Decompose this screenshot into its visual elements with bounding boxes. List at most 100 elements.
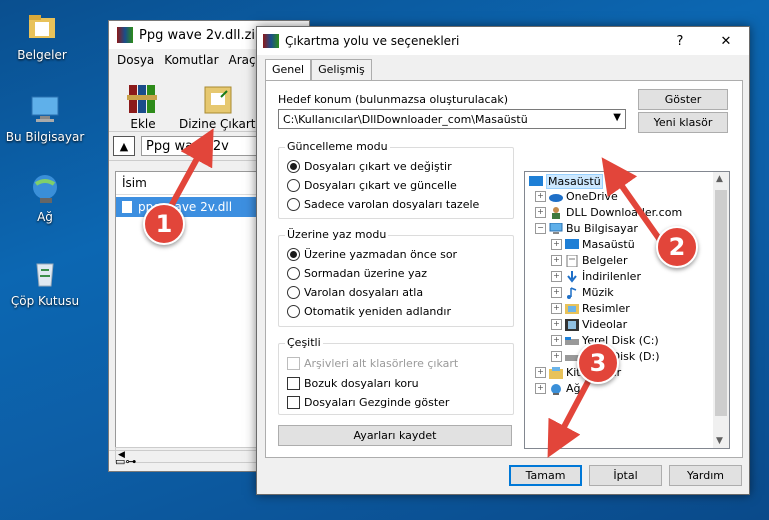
tree-item-label: Müzik <box>582 286 614 299</box>
radio-button[interactable] <box>287 286 300 299</box>
tree-item-this-pc[interactable]: − Bu Bilgisayar <box>535 222 638 235</box>
expand-icon[interactable]: + <box>551 303 562 314</box>
tree-item-videos[interactable]: + Videolar <box>551 318 627 331</box>
expand-icon[interactable]: + <box>551 287 562 298</box>
overwrite-mode-group: Üzerine yaz modu Üzerine yazmadan önce s… <box>278 228 514 327</box>
expand-icon[interactable]: + <box>551 319 562 330</box>
save-settings-button[interactable]: Ayarları kaydet <box>278 425 512 446</box>
tree-item-user[interactable]: + DLL Downloader.com <box>535 206 682 219</box>
column-name-label: İsim <box>122 176 147 190</box>
user-icon <box>549 206 563 219</box>
help-button[interactable]: Yardım <box>669 465 742 486</box>
expand-icon[interactable]: + <box>551 239 562 250</box>
general-tab-panel: Hedef konum (bulunmazsa oluşturulacak) C… <box>265 80 743 458</box>
update-mode-title: Güncelleme modu <box>285 140 390 153</box>
update-option-freshen[interactable]: Sadece varolan dosyaları tazele <box>287 198 479 211</box>
add-button[interactable]: Ekle <box>123 81 163 131</box>
documents-icon <box>565 254 579 267</box>
pictures-icon <box>565 303 579 315</box>
option-label: Varolan dosyaları atla <box>304 286 424 299</box>
up-folder-button[interactable]: ▲ <box>113 136 135 156</box>
extract-folder-icon <box>197 81 237 115</box>
video-icon <box>565 318 579 331</box>
expand-icon[interactable]: + <box>535 383 546 394</box>
tree-item-label: Bu Bilgisayar <box>566 222 638 235</box>
tree-item-label: OneDrive <box>566 190 618 203</box>
cancel-button[interactable]: İptal <box>589 465 662 486</box>
new-folder-button[interactable]: Yeni klasör <box>638 112 728 133</box>
checkbox[interactable] <box>287 377 300 390</box>
tree-item-desktop[interactable]: Masaüstü <box>529 174 603 189</box>
ok-button[interactable]: Tamam <box>509 465 582 486</box>
menu-komutlar[interactable]: Komutlar <box>164 53 218 67</box>
library-icon <box>549 366 563 379</box>
folder-tree: Masaüstü + OneDrive + DLL Downloader.com… <box>524 171 730 449</box>
checkbox[interactable] <box>287 396 300 409</box>
step-badge-2: 2 <box>656 226 698 268</box>
collapse-icon[interactable]: − <box>535 223 546 234</box>
scroll-down-icon[interactable]: ▼ <box>716 436 723 446</box>
desktop-icon-recycle[interactable]: Çöp Kutusu <box>0 256 90 308</box>
dialog-title-bar[interactable]: Çıkartma yolu ve seçenekleri ? ✕ <box>257 27 749 55</box>
tree-item-pc-desktop[interactable]: + Masaüstü <box>551 238 635 251</box>
scroll-thumb[interactable] <box>715 190 727 416</box>
tree-item-pictures[interactable]: + Resimler <box>551 302 630 315</box>
tree-item-label: Masaüstü <box>582 238 635 251</box>
dialog-app-icon <box>263 34 279 48</box>
update-option-update[interactable]: Dosyaları çıkart ve güncelle <box>287 179 457 192</box>
close-button[interactable]: ✕ <box>703 27 749 55</box>
radio-button[interactable] <box>287 198 300 211</box>
overwrite-option-rename[interactable]: Otomatik yeniden adlandır <box>287 305 451 318</box>
tree-vertical-scrollbar[interactable]: ▲ ▼ <box>713 172 729 448</box>
up-arrow-icon: ▲ <box>119 139 129 153</box>
computer-icon <box>549 222 563 235</box>
desktop-icon-documents[interactable]: Belgeler <box>0 10 87 62</box>
overwrite-option-without-prompt[interactable]: Sormadan üzerine yaz <box>287 267 427 280</box>
overwrite-option-ask[interactable]: Üzerine yazmadan önce sor <box>287 248 457 261</box>
help-title-button[interactable]: ? <box>657 27 703 55</box>
show-button[interactable]: Göster <box>638 89 728 110</box>
help-icon: ? <box>676 33 684 49</box>
step-badge-3: 3 <box>577 342 619 384</box>
expand-icon[interactable]: + <box>551 255 562 266</box>
overwrite-option-skip[interactable]: Varolan dosyaları atla <box>287 286 423 299</box>
expand-icon[interactable]: + <box>551 335 562 346</box>
radio-button[interactable] <box>287 267 300 280</box>
recycle-bin-icon <box>28 256 62 290</box>
destination-path-combo[interactable]: C:\Kullanıcılar\DllDownloader_com\Masaüs… <box>278 109 626 129</box>
tree-item-label: DLL Downloader.com <box>566 206 683 219</box>
expand-icon[interactable]: + <box>535 191 546 202</box>
add-label: Ekle <box>130 117 156 131</box>
radio-button[interactable] <box>287 179 300 192</box>
expand-icon[interactable]: + <box>551 351 562 362</box>
radio-button[interactable] <box>287 305 300 318</box>
expand-icon[interactable]: + <box>551 271 562 282</box>
expand-icon[interactable]: + <box>535 207 546 218</box>
tree-item-music[interactable]: + Müzik <box>551 286 614 299</box>
computer-icon <box>28 92 62 126</box>
misc-option-show-explorer[interactable]: Dosyaları Gezginde göster <box>287 396 449 409</box>
tree-item-downloads[interactable]: + İndirilenler <box>551 270 641 283</box>
tab-advanced[interactable]: Gelişmiş <box>311 59 372 81</box>
tree-item-network[interactable]: + Ağ <box>535 382 581 395</box>
option-label: Dosyaları çıkart ve güncelle <box>304 179 457 192</box>
drive-icon <box>565 335 579 347</box>
desktop-icon-network[interactable]: Ağ <box>0 172 90 224</box>
misc-option-keep-broken[interactable]: Bozuk dosyaları koru <box>287 377 419 390</box>
close-icon: ✕ <box>720 33 732 49</box>
tree-item-documents[interactable]: + Belgeler <box>551 254 627 267</box>
update-option-replace[interactable]: Dosyaları çıkart ve değiştir <box>287 160 452 173</box>
drive-key-icon: ▭⊶ <box>115 454 137 468</box>
radio-button[interactable] <box>287 248 300 261</box>
chevron-down-icon: ▼ <box>613 112 621 123</box>
radio-button[interactable] <box>287 160 300 173</box>
file-dll-icon <box>122 201 132 213</box>
expand-icon[interactable]: + <box>535 367 546 378</box>
menu-dosya[interactable]: Dosya <box>117 53 154 67</box>
extract-to-button[interactable]: Dizine Çıkart <box>179 81 255 131</box>
step-badge-1: 1 <box>143 203 185 245</box>
desktop-icon-computer[interactable]: Bu Bilgisayar <box>0 92 90 144</box>
tree-item-onedrive[interactable]: + OneDrive <box>535 190 618 203</box>
option-label: Bozuk dosyaları koru <box>304 377 419 390</box>
scroll-up-icon[interactable]: ▲ <box>716 174 723 184</box>
